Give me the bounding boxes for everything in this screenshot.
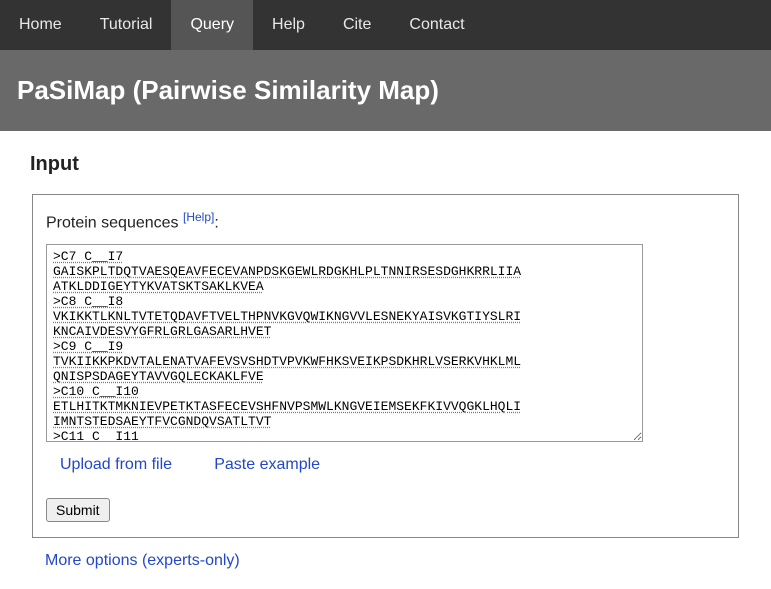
content: Input Protein sequences [Help]: Upload f… xyxy=(0,131,771,580)
link-row: Upload from file Paste example xyxy=(46,456,725,474)
nav-home[interactable]: Home xyxy=(0,0,81,50)
navbar: Home Tutorial Query Help Cite Contact xyxy=(0,0,771,50)
nav-cite[interactable]: Cite xyxy=(324,0,390,50)
field-label-row: Protein sequences [Help]: xyxy=(46,210,725,232)
submit-row: Submit xyxy=(46,498,725,522)
paste-example-link[interactable]: Paste example xyxy=(214,456,320,473)
input-box: Protein sequences [Help]: Upload from fi… xyxy=(32,194,739,538)
page-title: PaSiMap (Pairwise Similarity Map) xyxy=(17,75,754,106)
nav-contact[interactable]: Contact xyxy=(390,0,483,50)
nav-query[interactable]: Query xyxy=(171,0,253,50)
section-heading: Input xyxy=(30,153,741,176)
title-bar: PaSiMap (Pairwise Similarity Map) xyxy=(0,50,771,131)
nav-help[interactable]: Help xyxy=(253,0,324,50)
nav-tutorial[interactable]: Tutorial xyxy=(81,0,172,50)
help-link[interactable]: [Help] xyxy=(183,210,214,224)
field-colon: : xyxy=(214,214,218,231)
upload-from-file-link[interactable]: Upload from file xyxy=(60,456,172,473)
field-label: Protein sequences xyxy=(46,214,183,231)
submit-button[interactable]: Submit xyxy=(46,498,110,522)
more-options-link[interactable]: More options (experts-only) xyxy=(45,552,741,570)
sequence-textarea[interactable] xyxy=(46,244,643,442)
